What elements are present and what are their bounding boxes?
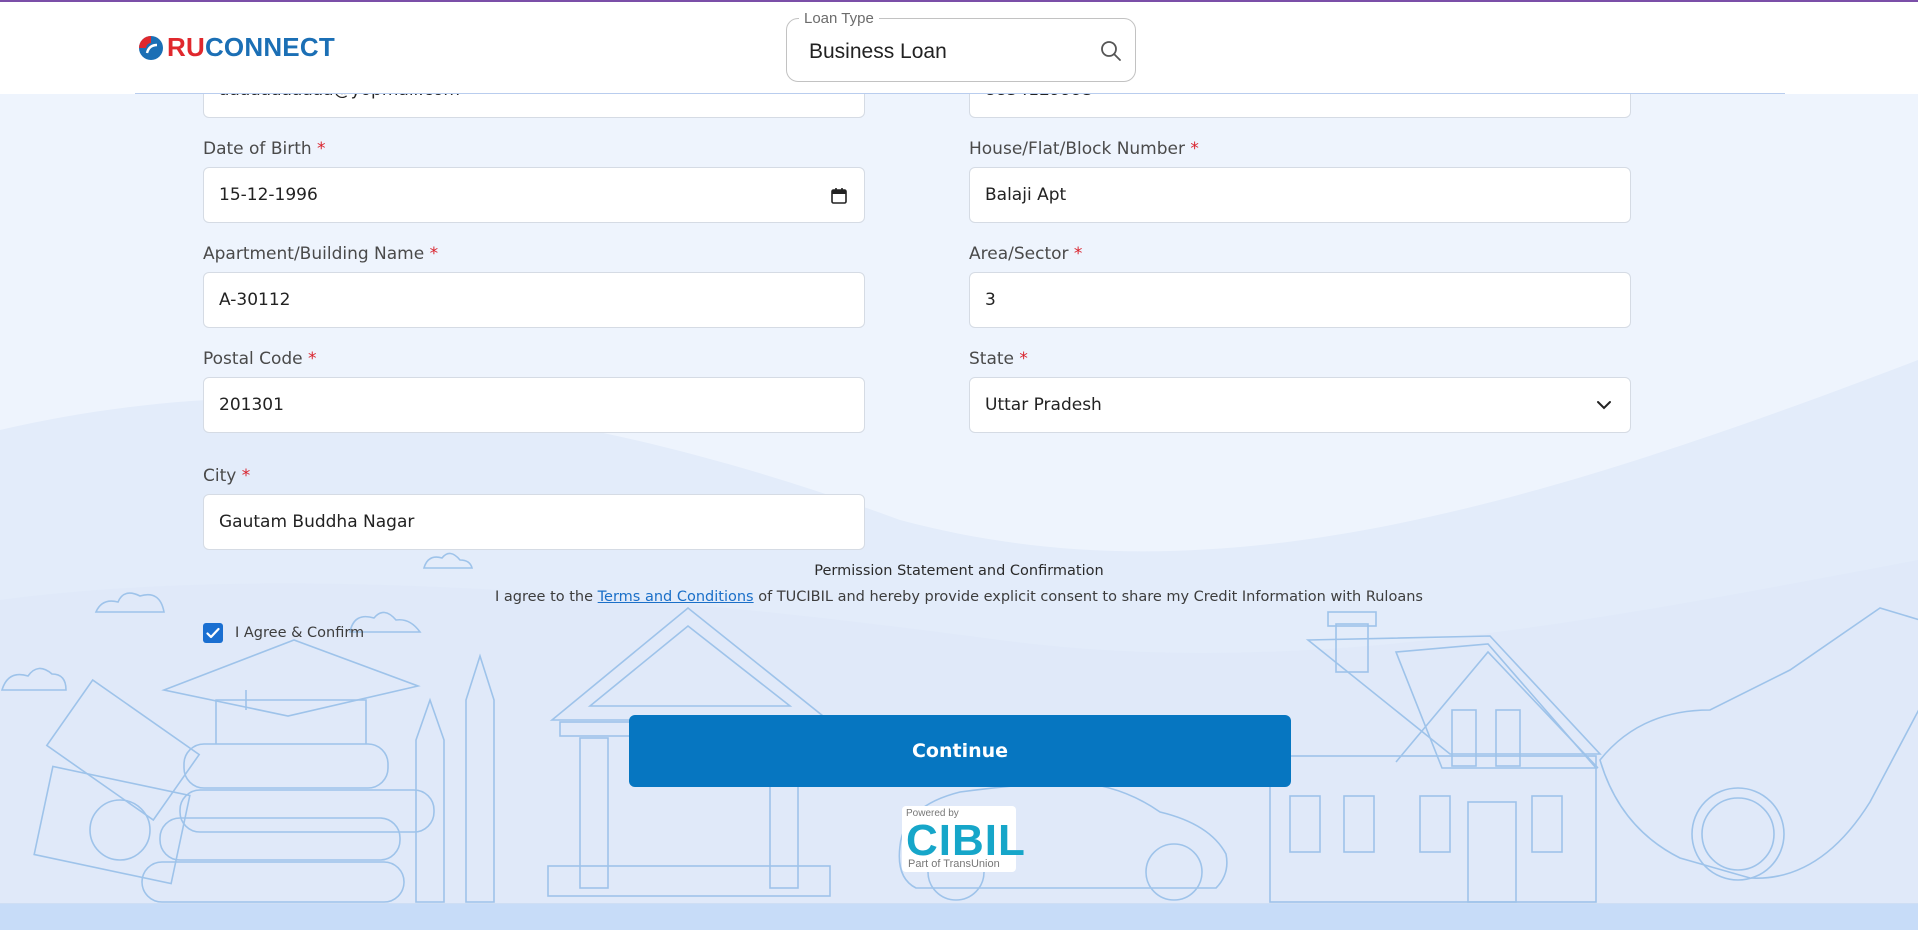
agree-checkbox[interactable] <box>203 623 223 643</box>
loan-type-value[interactable]: Business Loan <box>809 40 947 64</box>
check-icon <box>206 627 220 639</box>
permission-text: I agree to the Terms and Conditions of T… <box>495 589 1423 605</box>
apartment-field[interactable]: A-30112 <box>203 272 865 328</box>
terms-link[interactable]: Terms and Conditions <box>598 589 754 605</box>
cibil-badge: Powered by CIBIL Part of TransUnion <box>902 806 1025 872</box>
area-sector-label: Area/Sector * <box>969 244 1083 264</box>
loan-type-search[interactable]: Loan Type Business Loan <box>786 10 1136 82</box>
cibil-sub-text: Part of TransUnion <box>908 858 1000 870</box>
city-label: City * <box>203 466 251 486</box>
ruconnect-logo-text: RUCONNECT <box>167 32 335 62</box>
ruconnect-logo-icon <box>139 35 163 60</box>
loan-type-label: Loan Type <box>799 10 879 27</box>
house-number-field[interactable]: Balaji Apt <box>969 167 1631 223</box>
permission-title: Permission Statement and Confirmation <box>814 563 1104 579</box>
ruconnect-logo[interactable]: RUCONNECT <box>138 32 335 63</box>
postal-code-field[interactable]: 201301 <box>203 377 865 433</box>
state-label: State * <box>969 349 1028 369</box>
agree-confirm[interactable]: I Agree & Confirm <box>203 623 364 643</box>
app-header: RUCONNECT Loan Type Business Loan <box>0 2 1918 94</box>
agree-label: I Agree & Confirm <box>235 625 365 641</box>
city-field[interactable]: Gautam Buddha Nagar <box>203 494 865 550</box>
postal-code-label: Postal Code * <box>203 349 317 369</box>
dob-label: Date of Birth * <box>203 139 326 159</box>
apartment-label: Apartment/Building Name * <box>203 244 439 264</box>
area-sector-field[interactable]: 3 <box>969 272 1631 328</box>
header-divider <box>135 93 1785 94</box>
search-icon[interactable] <box>1099 39 1123 63</box>
chevron-down-icon[interactable] <box>1596 399 1612 411</box>
calendar-icon[interactable] <box>830 187 848 205</box>
continue-button[interactable]: Continue <box>629 715 1291 787</box>
state-select[interactable]: Uttar Pradesh <box>969 377 1631 433</box>
address-form: aaaaaaaaaaa@yopmail.com 8834129993 Date … <box>0 0 1918 930</box>
house-number-label: House/Flat/Block Number * <box>969 139 1199 159</box>
dob-field[interactable]: 15-12-1996 <box>203 167 865 223</box>
